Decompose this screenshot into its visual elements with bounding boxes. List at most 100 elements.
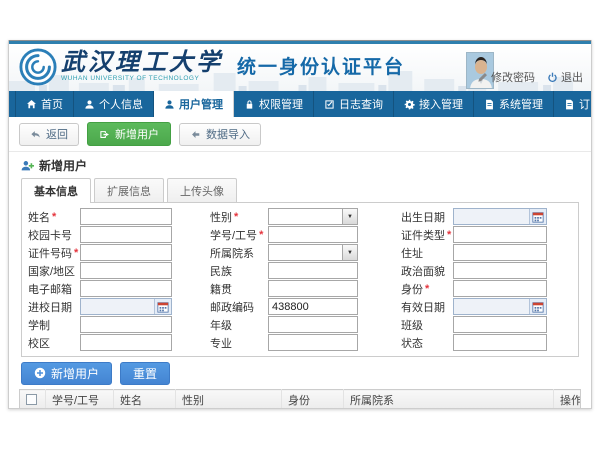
calendar-icon[interactable] — [529, 299, 546, 314]
form-row: 国家/地区 民族 政治面貌 — [28, 262, 574, 279]
gender-select[interactable] — [269, 209, 342, 224]
education-length-label: 学制 — [28, 317, 50, 333]
tab-basic-info[interactable]: 基本信息 — [21, 178, 91, 203]
entry-date-label: 进校日期 — [28, 299, 72, 315]
add-user-toolbar-label: 新增用户 — [115, 126, 159, 142]
nav-tab-system-management[interactable]: 系统管理 — [474, 91, 554, 117]
required-marker: * — [259, 229, 263, 241]
col-department: 所属院系 — [344, 390, 554, 410]
submit-button-label: 新增用户 — [51, 365, 99, 382]
campus-input[interactable] — [81, 335, 171, 350]
id-type-input[interactable] — [454, 227, 546, 242]
select-all-checkbox[interactable] — [26, 394, 37, 405]
nav-tab-label: 日志查询 — [339, 96, 383, 112]
nav-tab-personal-info[interactable]: 个人信息 — [74, 91, 154, 117]
data-import-label: 数据导入 — [206, 126, 250, 142]
ethnicity-label: 民族 — [210, 263, 232, 279]
nav-tab-label: 权限管理 — [259, 96, 303, 112]
country-input[interactable] — [81, 263, 171, 278]
power-icon — [547, 72, 558, 83]
valid-date-label: 有效日期 — [401, 299, 445, 315]
dropdown-arrow-icon[interactable]: ▼ — [342, 209, 357, 224]
postal-code-label: 邮政编码 — [210, 299, 254, 315]
back-button[interactable]: 返回 — [19, 123, 79, 146]
major-input[interactable] — [269, 335, 357, 350]
postal-code-input[interactable] — [269, 299, 357, 314]
id-number-input[interactable] — [81, 245, 171, 260]
reset-button-label: 重置 — [133, 365, 157, 382]
identity-input[interactable] — [454, 281, 546, 296]
required-marker: * — [52, 211, 56, 223]
calendar-icon[interactable] — [529, 209, 546, 224]
tab-upload-avatar[interactable]: 上传头像 — [167, 178, 237, 202]
home-icon — [26, 99, 37, 110]
email-input[interactable] — [81, 281, 171, 296]
class-input[interactable] — [454, 317, 546, 332]
nav-tab-label: 个人信息 — [99, 96, 143, 112]
pencil-icon — [477, 72, 488, 83]
nav-tab-label: 系统管理 — [499, 96, 543, 112]
auth-platform-window: 武汉理工大学 WUHAN UNIVERSITY OF TECHNOLOGY 统一… — [8, 40, 592, 409]
address-input[interactable] — [454, 245, 546, 260]
required-marker: * — [74, 247, 78, 259]
tab-extended-info[interactable]: 扩展信息 — [94, 178, 164, 202]
form-row: 学制 年级 班级 — [28, 316, 574, 333]
nav-tab-permission-management[interactable]: 权限管理 — [234, 91, 314, 117]
change-password-link[interactable]: 修改密码 — [477, 69, 535, 85]
country-label: 国家/地区 — [28, 263, 75, 279]
section-title: 新增用户 — [39, 157, 87, 174]
add-user-export-icon — [99, 129, 110, 140]
valid-date-input[interactable] — [454, 299, 529, 314]
plus-circle-icon — [34, 367, 46, 379]
status-input[interactable] — [454, 335, 546, 350]
data-import-button[interactable]: 数据导入 — [179, 123, 261, 146]
user-icon — [84, 99, 95, 110]
form-tabs: 基本信息 扩展信息 上传头像 — [21, 178, 579, 202]
form-row: 电子邮箱 籍贯 身份* — [28, 280, 574, 297]
dropdown-arrow-icon[interactable]: ▼ — [342, 245, 357, 260]
logout-link[interactable]: 退出 — [547, 69, 583, 85]
name-input[interactable] — [81, 209, 171, 224]
native-place-input[interactable] — [269, 281, 357, 296]
education-length-input[interactable] — [81, 317, 171, 332]
gender-label: 性别 — [210, 209, 232, 225]
nav-tab-log-query[interactable]: 日志查询 — [314, 91, 394, 117]
reset-button[interactable]: 重置 — [120, 362, 170, 385]
student-id-input[interactable] — [269, 227, 357, 242]
birth-date-input[interactable] — [454, 209, 529, 224]
gear-icon — [404, 99, 415, 110]
major-label: 专业 — [210, 335, 232, 351]
nav-tab-subscription-management[interactable]: 订阅管理 — [554, 91, 592, 117]
political-status-input[interactable] — [454, 263, 546, 278]
nav-tab-user-management[interactable]: 用户管理 — [154, 91, 234, 117]
change-password-label: 修改密码 — [491, 69, 535, 85]
university-name-cn: 武汉理工大学 — [61, 48, 223, 76]
nav-tab-access-management[interactable]: 接入管理 — [394, 91, 474, 117]
table-header-row: 学号/工号 姓名 性别 身份 所属院系 操作 — [20, 390, 581, 410]
campus-label: 校区 — [28, 335, 50, 351]
university-logo-icon — [19, 48, 57, 86]
basic-info-form: 姓名* 性别*▼ 出生日期 校园卡号 学号/工号* 证件类型* 证件号码* 所属… — [21, 202, 579, 357]
birth-date-label: 出生日期 — [401, 209, 445, 225]
native-place-label: 籍贯 — [210, 281, 232, 297]
logout-label: 退出 — [561, 69, 583, 85]
calendar-icon[interactable] — [154, 299, 171, 314]
submit-add-user-button[interactable]: 新增用户 — [21, 362, 112, 385]
grade-input[interactable] — [269, 317, 357, 332]
col-student-id: 学号/工号 — [46, 390, 114, 410]
page-header: 武汉理工大学 WUHAN UNIVERSITY OF TECHNOLOGY 统一… — [9, 44, 591, 91]
log-check-icon — [324, 99, 335, 110]
import-arrow-icon — [190, 129, 201, 140]
select-all-cell — [20, 390, 46, 410]
campus-card-input[interactable] — [81, 227, 171, 242]
nav-tab-label: 首页 — [41, 96, 63, 112]
ethnicity-input[interactable] — [269, 263, 357, 278]
campus-card-label: 校园卡号 — [28, 227, 72, 243]
add-user-toolbar-button[interactable]: 新增用户 — [87, 122, 171, 146]
col-identity: 身份 — [282, 390, 344, 410]
required-marker: * — [425, 283, 429, 295]
address-label: 住址 — [401, 245, 423, 261]
department-select[interactable] — [269, 245, 342, 260]
entry-date-input[interactable] — [81, 299, 154, 314]
nav-tab-home[interactable]: 首页 — [15, 91, 74, 117]
